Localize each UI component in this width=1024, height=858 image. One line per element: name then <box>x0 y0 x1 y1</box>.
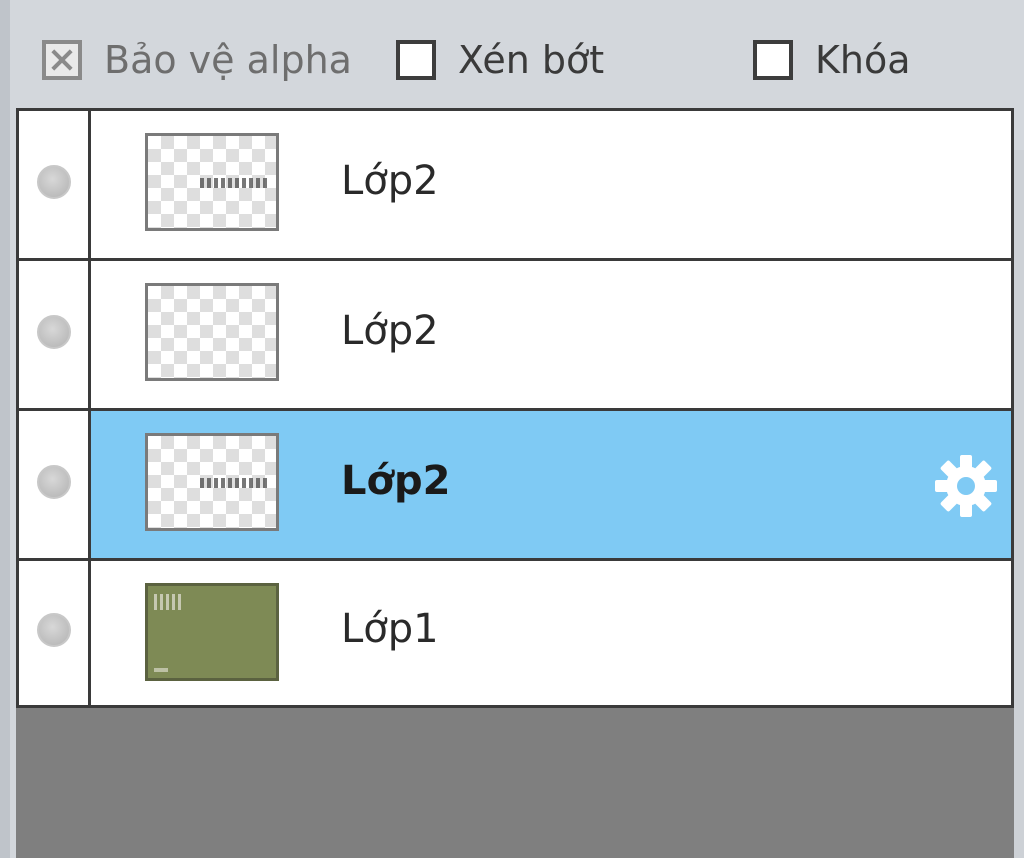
layer-thumbnail <box>145 433 279 531</box>
visibility-toggle[interactable] <box>19 411 91 558</box>
layer-thumbnail <box>145 583 279 681</box>
layer-name: Lớp1 <box>341 606 439 652</box>
alpha-protect-checkbox-box[interactable] <box>42 40 82 80</box>
clip-checkbox-box[interactable] <box>396 40 436 80</box>
layer-row-selected[interactable]: Lớp2 <box>19 411 1011 561</box>
clip-checkbox[interactable]: Xén bớt <box>396 36 604 84</box>
layer-main-cell[interactable]: Lớp2 <box>91 411 1011 558</box>
x-mark-icon <box>51 49 73 71</box>
visibility-dot-icon <box>36 164 71 199</box>
thumbnail-content <box>200 478 268 488</box>
thumbnail-content <box>154 668 168 672</box>
layer-options-bar: Bảo vệ alpha Xén bớt Khóa <box>0 0 1024 108</box>
layer-row[interactable]: Lớp1 <box>19 561 1011 705</box>
visibility-toggle[interactable] <box>19 561 91 705</box>
visibility-dot-icon <box>36 314 71 349</box>
thumbnail-content <box>200 178 268 188</box>
clip-label: Xén bớt <box>458 38 605 82</box>
layer-main-cell[interactable]: Lớp1 <box>91 561 1011 705</box>
visibility-dot-icon <box>36 464 71 499</box>
layer-name: Lớp2 <box>341 307 439 354</box>
visibility-toggle[interactable] <box>19 111 91 258</box>
gear-icon[interactable] <box>931 451 1001 521</box>
visibility-toggle[interactable] <box>19 261 91 408</box>
layer-name: Lớp2 <box>341 457 451 504</box>
layers-panel: Bảo vệ alpha Xén bớt Khóa Lớp2 Lớp2 Lớp2… <box>0 0 1024 858</box>
lock-label: Khóa <box>815 38 911 82</box>
visibility-dot-icon <box>36 613 71 647</box>
alpha-protect-label: Bảo vệ alpha <box>104 38 352 82</box>
layer-name: Lớp2 <box>341 157 439 204</box>
panel-left-edge <box>0 0 10 858</box>
scrollbar-edge <box>1014 150 1024 858</box>
layer-list-empty-area <box>16 708 1014 858</box>
layer-thumbnail <box>145 133 279 231</box>
layer-row[interactable]: Lớp2 <box>19 111 1011 261</box>
layer-row[interactable]: Lớp2 <box>19 261 1011 411</box>
thumbnail-content <box>154 594 184 610</box>
alpha-protect-checkbox[interactable]: Bảo vệ alpha <box>42 36 352 84</box>
layer-main-cell[interactable]: Lớp2 <box>91 261 1011 408</box>
lock-checkbox-box[interactable] <box>753 40 793 80</box>
lock-checkbox[interactable]: Khóa <box>753 36 911 84</box>
layer-thumbnail <box>145 283 279 381</box>
layer-list: Lớp2 Lớp2 Lớp2 Lớp1 <box>16 108 1014 708</box>
layer-main-cell[interactable]: Lớp2 <box>91 111 1011 258</box>
